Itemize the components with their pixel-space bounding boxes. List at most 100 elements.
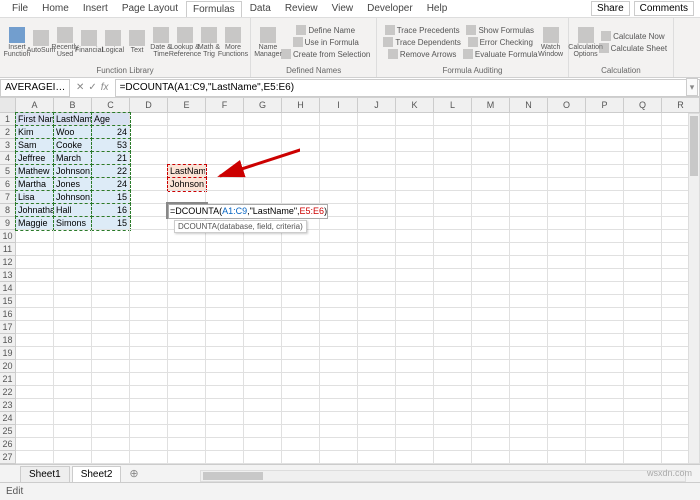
cell[interactable]	[244, 360, 282, 373]
cell[interactable]	[206, 386, 244, 399]
cell[interactable]	[282, 165, 320, 178]
cell[interactable]	[320, 243, 358, 256]
table-header[interactable]: First Nam	[16, 113, 54, 126]
cell[interactable]	[282, 126, 320, 139]
criteria-header[interactable]: LastName	[168, 165, 206, 178]
cell[interactable]	[548, 191, 586, 204]
cell[interactable]	[396, 204, 434, 217]
cell[interactable]	[282, 139, 320, 152]
cell[interactable]	[624, 295, 662, 308]
cell[interactable]	[510, 204, 548, 217]
cell[interactable]	[358, 152, 396, 165]
cell[interactable]	[92, 269, 130, 282]
define-name-button[interactable]: Define Name	[281, 24, 370, 36]
cell[interactable]	[282, 451, 320, 464]
cell[interactable]	[282, 438, 320, 451]
col-header[interactable]: J	[358, 98, 396, 112]
cell[interactable]	[548, 347, 586, 360]
cell[interactable]	[320, 139, 358, 152]
cell[interactable]	[168, 386, 206, 399]
table-cell[interactable]: Woo	[54, 126, 92, 139]
cell[interactable]	[586, 438, 624, 451]
cell[interactable]	[472, 308, 510, 321]
cell[interactable]	[282, 360, 320, 373]
cell[interactable]	[434, 230, 472, 243]
calculate-sheet-button[interactable]: Calculate Sheet	[599, 42, 667, 54]
cell[interactable]	[206, 282, 244, 295]
row-header[interactable]: 14	[0, 282, 16, 295]
use-in-formula-button[interactable]: Use in Formula	[281, 36, 370, 48]
col-header[interactable]: H	[282, 98, 320, 112]
cell[interactable]	[548, 126, 586, 139]
row-header[interactable]: 26	[0, 438, 16, 451]
row-header[interactable]: 16	[0, 308, 16, 321]
col-header[interactable]: I	[320, 98, 358, 112]
cell[interactable]	[472, 451, 510, 464]
row-header[interactable]: 22	[0, 386, 16, 399]
cell[interactable]	[548, 412, 586, 425]
cell[interactable]	[358, 347, 396, 360]
cell[interactable]	[282, 256, 320, 269]
cell[interactable]	[586, 113, 624, 126]
cell[interactable]	[472, 321, 510, 334]
cell[interactable]	[54, 386, 92, 399]
cell[interactable]	[548, 165, 586, 178]
cell[interactable]	[586, 321, 624, 334]
cell[interactable]	[434, 178, 472, 191]
cell[interactable]	[130, 334, 168, 347]
cell[interactable]	[510, 321, 548, 334]
show-formulas-button[interactable]: Show Formulas	[463, 24, 538, 36]
cell[interactable]	[510, 139, 548, 152]
cell[interactable]	[510, 217, 548, 230]
horizontal-scrollbar[interactable]	[200, 470, 686, 482]
remove-arrows-button[interactable]: Remove Arrows	[383, 48, 461, 60]
cell[interactable]	[396, 425, 434, 438]
cell[interactable]	[168, 243, 206, 256]
cell[interactable]	[206, 191, 244, 204]
cell[interactable]	[16, 425, 54, 438]
cell[interactable]	[586, 308, 624, 321]
cell[interactable]	[130, 308, 168, 321]
cell[interactable]	[282, 412, 320, 425]
cell[interactable]	[358, 165, 396, 178]
cell[interactable]	[54, 321, 92, 334]
col-header[interactable]: Q	[624, 98, 662, 112]
cell[interactable]	[358, 178, 396, 191]
cell[interactable]	[54, 360, 92, 373]
cell[interactable]	[396, 360, 434, 373]
cell[interactable]	[320, 373, 358, 386]
table-cell[interactable]: Johnathar	[16, 204, 54, 217]
cell[interactable]	[396, 113, 434, 126]
cell[interactable]	[472, 230, 510, 243]
row-header[interactable]: 12	[0, 256, 16, 269]
cell[interactable]	[548, 152, 586, 165]
table-cell[interactable]: Johnson	[54, 191, 92, 204]
cell[interactable]	[548, 295, 586, 308]
cell[interactable]	[510, 360, 548, 373]
cell[interactable]	[624, 425, 662, 438]
row-header[interactable]: 5	[0, 165, 16, 178]
cell[interactable]	[16, 295, 54, 308]
cell[interactable]	[320, 451, 358, 464]
cell[interactable]	[624, 438, 662, 451]
cell[interactable]	[472, 191, 510, 204]
row-header[interactable]: 10	[0, 230, 16, 243]
cell[interactable]	[168, 256, 206, 269]
fx-icon[interactable]: fx	[101, 82, 109, 93]
cell[interactable]	[586, 360, 624, 373]
table-cell[interactable]: 53	[92, 139, 130, 152]
cell[interactable]	[510, 126, 548, 139]
table-cell[interactable]: Jeffree	[16, 152, 54, 165]
cell[interactable]	[244, 126, 282, 139]
cell[interactable]	[282, 269, 320, 282]
cell[interactable]	[586, 139, 624, 152]
cell[interactable]	[206, 451, 244, 464]
cell[interactable]	[92, 243, 130, 256]
cell[interactable]	[396, 451, 434, 464]
formula-expand-icon[interactable]: ▾	[686, 78, 698, 96]
cell[interactable]	[548, 425, 586, 438]
cell[interactable]	[472, 256, 510, 269]
cell[interactable]	[54, 295, 92, 308]
cell[interactable]	[244, 451, 282, 464]
table-cell[interactable]: 15	[92, 191, 130, 204]
